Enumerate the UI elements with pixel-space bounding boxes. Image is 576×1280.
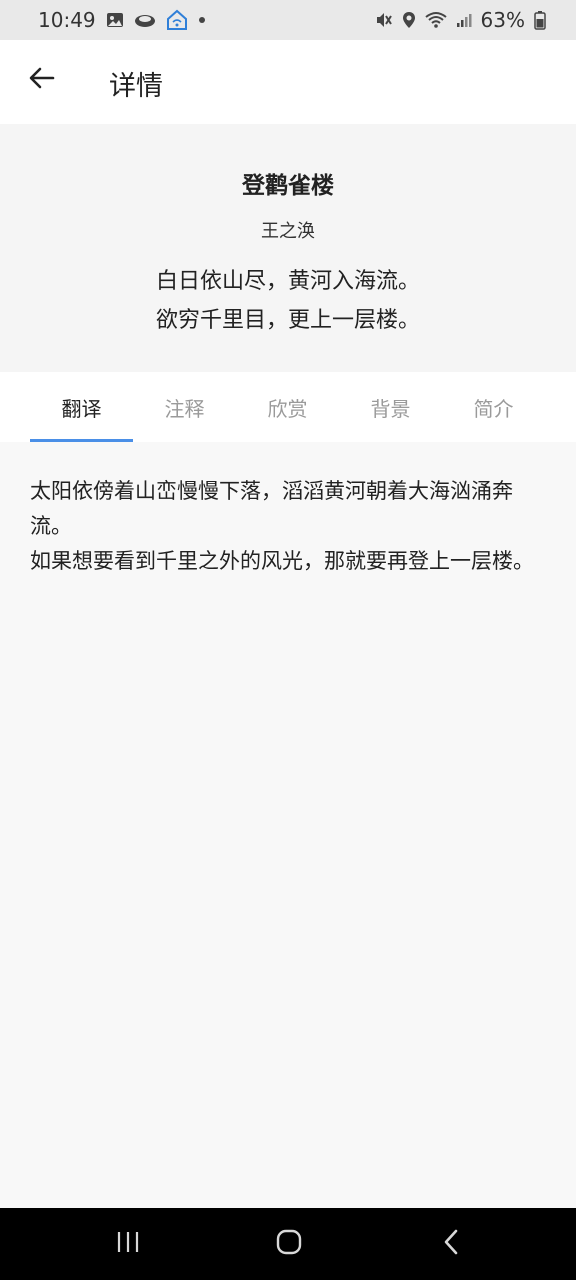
screen: 10:49 63% 详情 登鹳雀楼 王之涣 白日依山尽，黄河入海流。 欲穷千里目…: [0, 0, 576, 1280]
system-nav-bar: [0, 1208, 576, 1280]
page-title: 详情: [109, 71, 163, 102]
status-left: 10:49: [38, 8, 206, 32]
back-nav-button[interactable]: [423, 1224, 479, 1264]
location-icon: [402, 11, 416, 29]
signal-icon: [456, 12, 472, 28]
tab-translation[interactable]: 翻译: [30, 372, 133, 442]
back-nav-icon: [442, 1228, 460, 1260]
content-paragraph: 如果想要看到千里之外的风光，那就要再登上一层楼。: [30, 549, 534, 573]
wifi-icon: [424, 11, 447, 29]
recent-apps-icon: [115, 1230, 141, 1258]
poem-line: 欲穷千里目，更上一层楼。: [155, 308, 420, 333]
poem-author: 王之涣: [261, 221, 315, 242]
active-tab-indicator: [30, 439, 133, 442]
back-button[interactable]: [22, 60, 62, 100]
mute-icon: [375, 11, 393, 29]
poem-card: 登鹳雀楼 王之涣 白日依山尽，黄河入海流。 欲穷千里目，更上一层楼。: [0, 124, 576, 372]
poem-title: 登鹳雀楼: [242, 173, 334, 199]
status-right: 63%: [375, 8, 546, 32]
home-icon: [275, 1228, 303, 1260]
tab-notes[interactable]: 注释: [133, 372, 236, 442]
app-bar: 详情: [0, 40, 576, 124]
battery-icon: [534, 10, 546, 30]
recent-apps-button[interactable]: [100, 1224, 156, 1264]
dot-icon: [198, 16, 206, 24]
translation-content: 太阳依傍着山峦慢慢下落，滔滔黄河朝着大海汹涌奔流。 如果想要看到千里之外的风光，…: [30, 474, 546, 579]
gallery-icon: [106, 11, 124, 29]
arrow-left-icon: [29, 67, 55, 93]
tab-introduction[interactable]: 简介: [442, 372, 545, 442]
status-time: 10:49: [38, 8, 96, 32]
content-paragraph: 太阳依傍着山峦慢慢下落，滔滔黄河朝着大海汹涌奔流。: [30, 479, 513, 538]
tab-appreciation[interactable]: 欣赏: [236, 372, 339, 442]
battery-percent: 63%: [480, 8, 525, 32]
tab-bar: 翻译 注释 欣赏 背景 简介: [0, 372, 576, 442]
home-button[interactable]: [261, 1224, 317, 1264]
status-bar: 10:49 63%: [0, 0, 576, 40]
cloud-icon: [134, 12, 156, 28]
home-wifi-icon: [166, 9, 188, 31]
poem-line: 白日依山尽，黄河入海流。: [155, 269, 420, 294]
tab-background[interactable]: 背景: [339, 372, 442, 442]
